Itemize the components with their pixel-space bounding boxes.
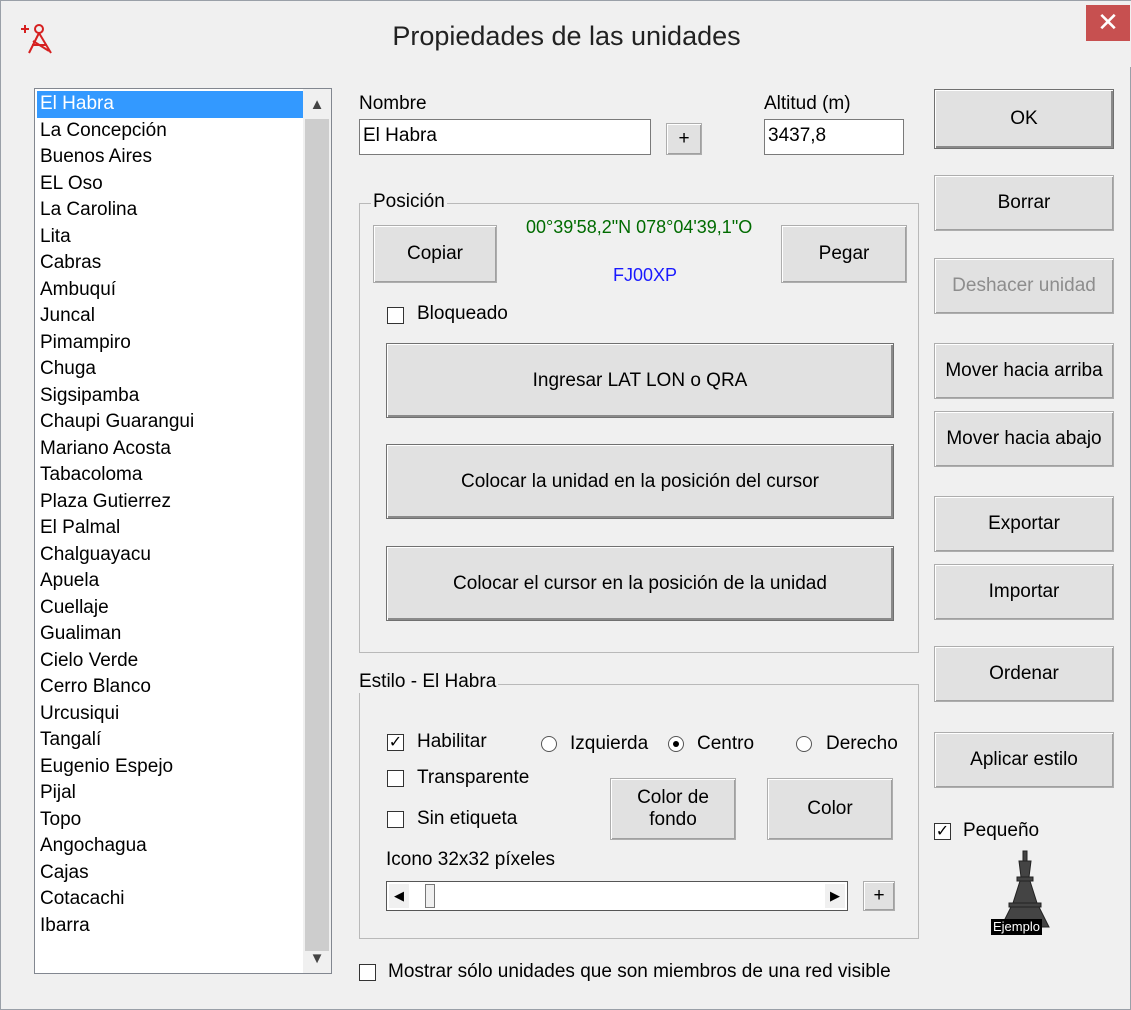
list-item[interactable]: La Carolina (37, 197, 303, 224)
close-button[interactable]: ✕ (1086, 5, 1130, 41)
delete-button[interactable]: Borrar (934, 175, 1114, 231)
list-item[interactable]: Cerro Blanco (37, 674, 303, 701)
align-center-label: Centro (697, 733, 755, 754)
coordinates-text: 00°39'58,2"N 078°04'39,1"O (526, 217, 753, 237)
icon-size-label: Icono 32x32 píxeles (386, 849, 556, 870)
scrollbar-thumb[interactable] (305, 119, 329, 951)
list-item[interactable]: Cabras (37, 250, 303, 277)
export-button[interactable]: Exportar (934, 496, 1114, 552)
slider-thumb[interactable] (425, 884, 435, 908)
list-item[interactable]: Cotacachi (37, 886, 303, 913)
list-item[interactable]: Cielo Verde (37, 648, 303, 675)
background-color-button[interactable]: Color de fondo (610, 778, 736, 840)
list-item[interactable]: Sigsipamba (37, 383, 303, 410)
apply-style-button[interactable]: Aplicar estilo (934, 732, 1114, 788)
altitude-label: Altitud (m) (764, 93, 851, 114)
align-right-label: Derecho (826, 733, 898, 754)
name-input[interactable]: El Habra (359, 119, 651, 155)
list-item[interactable]: Cajas (37, 860, 303, 887)
list-item[interactable]: Angochagua (37, 833, 303, 860)
window-title: Propiedades de las unidades (392, 21, 741, 51)
list-item[interactable]: Pimampiro (37, 330, 303, 357)
background-color-label-line1: Color de (637, 787, 709, 808)
position-group-title: Posición (371, 191, 447, 213)
enable-label: Habilitar (417, 731, 487, 752)
background-color-label-line2: fondo (649, 809, 697, 830)
paste-button[interactable]: Pegar (781, 225, 907, 283)
qra-locator-text: FJ00XP (613, 265, 678, 285)
name-label: Nombre (359, 93, 427, 114)
list-item[interactable]: Chalguayacu (37, 542, 303, 569)
icon-plus-button[interactable]: + (863, 881, 895, 911)
list-item[interactable]: EL Oso (37, 171, 303, 198)
show-visible-network-checkbox[interactable] (359, 964, 376, 981)
units-listbox[interactable]: El Habra La Concepción Buenos Aires EL Oso L… (34, 88, 332, 974)
list-item[interactable]: Topo (37, 807, 303, 834)
units-list: El Habra La Concepción Buenos Aires EL Oso L… (37, 91, 303, 939)
ok-button[interactable]: OK (934, 89, 1114, 149)
list-item[interactable]: Tabacoloma (37, 462, 303, 489)
import-button[interactable]: Importar (934, 564, 1114, 620)
enter-latlon-button[interactable]: Ingresar LAT LON o QRA (386, 343, 894, 418)
list-item[interactable]: Ambuquí (37, 277, 303, 304)
locked-label: Bloqueado (417, 303, 508, 324)
list-scrollbar[interactable]: ▲ ▼ (303, 89, 331, 973)
list-item[interactable]: Chuga (37, 356, 303, 383)
list-item[interactable]: Apuela (37, 568, 303, 595)
list-item[interactable]: Juncal (37, 303, 303, 330)
list-item[interactable]: Buenos Aires (37, 144, 303, 171)
enable-checkbox[interactable]: ✓ (387, 734, 404, 751)
move-down-button[interactable]: Mover hacia abajo (934, 411, 1114, 467)
locked-checkbox[interactable] (387, 307, 404, 324)
align-right-radio[interactable] (796, 736, 812, 752)
list-item[interactable]: El Habra (37, 91, 303, 118)
list-item[interactable]: Gualiman (37, 621, 303, 648)
small-label: Pequeño (963, 820, 1040, 841)
color-button[interactable]: Color (767, 778, 893, 840)
list-item[interactable]: Eugenio Espejo (37, 754, 303, 781)
altitude-input[interactable]: 3437,8 (764, 119, 904, 155)
transparent-label: Transparente (417, 767, 530, 788)
scroll-down-icon[interactable]: ▼ (303, 945, 331, 973)
no-label-label: Sin etiqueta (417, 808, 518, 829)
copy-button[interactable]: Copiar (373, 225, 497, 283)
example-label: Ejemplo (991, 919, 1042, 935)
list-item[interactable]: Chaupi Guarangui (37, 409, 303, 436)
align-left-label: Izquierda (570, 733, 649, 754)
place-cursor-at-unit-button[interactable]: Colocar el cursor en la posición de la u… (386, 546, 894, 621)
list-item[interactable]: Plaza Gutierrez (37, 489, 303, 516)
list-item[interactable]: Ibarra (37, 913, 303, 940)
undo-unit-button[interactable]: Deshacer unidad (934, 258, 1114, 314)
list-item[interactable]: Lita (37, 224, 303, 251)
slider-left-icon[interactable]: ◀ (389, 884, 409, 908)
small-checkbox[interactable]: ✓ (934, 823, 951, 840)
align-center-radio[interactable] (668, 736, 684, 752)
list-item[interactable]: Mariano Acosta (37, 436, 303, 463)
list-item[interactable]: Cuellaje (37, 595, 303, 622)
list-item[interactable]: Pijal (37, 780, 303, 807)
list-item[interactable]: Urcusiqui (37, 701, 303, 728)
move-up-button[interactable]: Mover hacia arriba (934, 343, 1114, 399)
list-item[interactable]: Tangalí (37, 727, 303, 754)
slider-right-icon[interactable]: ▶ (825, 884, 845, 908)
scroll-up-icon[interactable]: ▲ (303, 91, 331, 119)
name-plus-button[interactable]: + (666, 123, 702, 155)
align-left-radio[interactable] (541, 736, 557, 752)
no-label-checkbox[interactable] (387, 811, 404, 828)
sort-button[interactable]: Ordenar (934, 646, 1114, 702)
title-bar: Propiedades de las unidades ✕ (1, 1, 1131, 67)
icon-slider[interactable]: ◀ ▶ (386, 881, 848, 911)
list-item[interactable]: El Palmal (37, 515, 303, 542)
style-group-title: Estilo - El Habra (357, 671, 499, 693)
place-unit-at-cursor-button[interactable]: Colocar la unidad en la posición del cur… (386, 444, 894, 519)
transparent-checkbox[interactable] (387, 770, 404, 787)
units-properties-dialog: Propiedades de las unidades ✕ El Habra La… (0, 0, 1131, 1010)
show-visible-network-label: Mostrar sólo unidades que son miembros d… (388, 961, 891, 982)
list-item[interactable]: La Concepción (37, 118, 303, 145)
